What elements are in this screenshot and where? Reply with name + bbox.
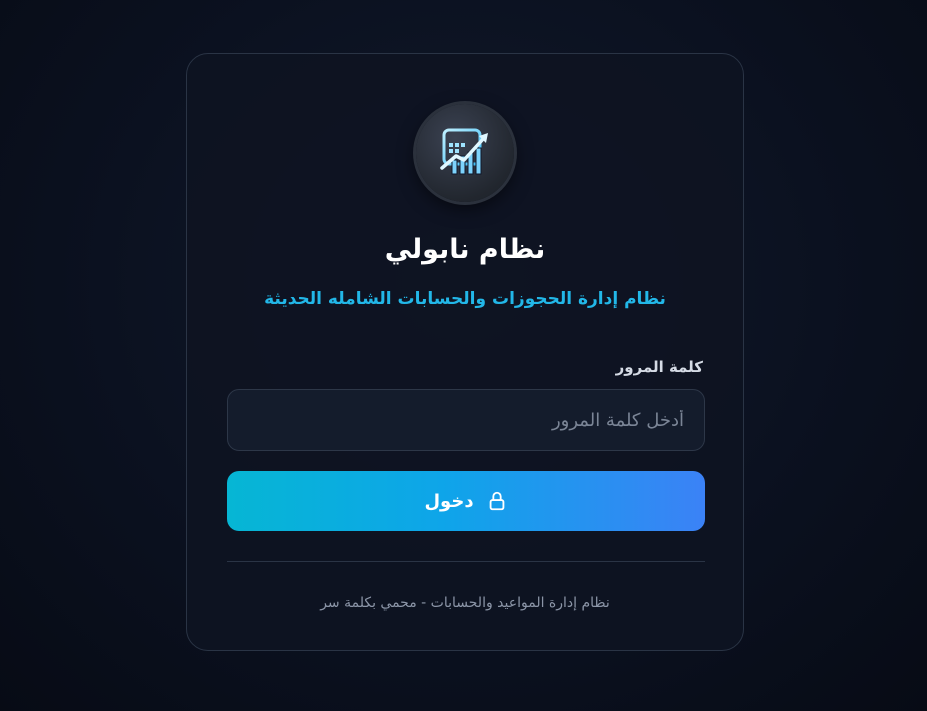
password-input[interactable]: [227, 389, 705, 451]
login-button-label: دخول: [424, 490, 474, 512]
app-logo: [416, 104, 514, 202]
login-button[interactable]: دخول: [227, 471, 705, 531]
divider: [227, 561, 705, 562]
app-title: نظام نابولي: [384, 234, 546, 265]
login-card: نظام نابولي نظام إدارة الحجوزات والحسابا…: [186, 53, 744, 651]
app-subtitle: نظام إدارة الحجوزات والحسابات الشامله ال…: [264, 289, 666, 309]
footer-note: نظام إدارة المواعيد والحسابات - محمي بكل…: [320, 595, 610, 611]
lock-icon: [486, 490, 508, 512]
calendar-growth-chart-icon: [430, 116, 500, 190]
password-label: كلمة المرور: [615, 358, 703, 376]
